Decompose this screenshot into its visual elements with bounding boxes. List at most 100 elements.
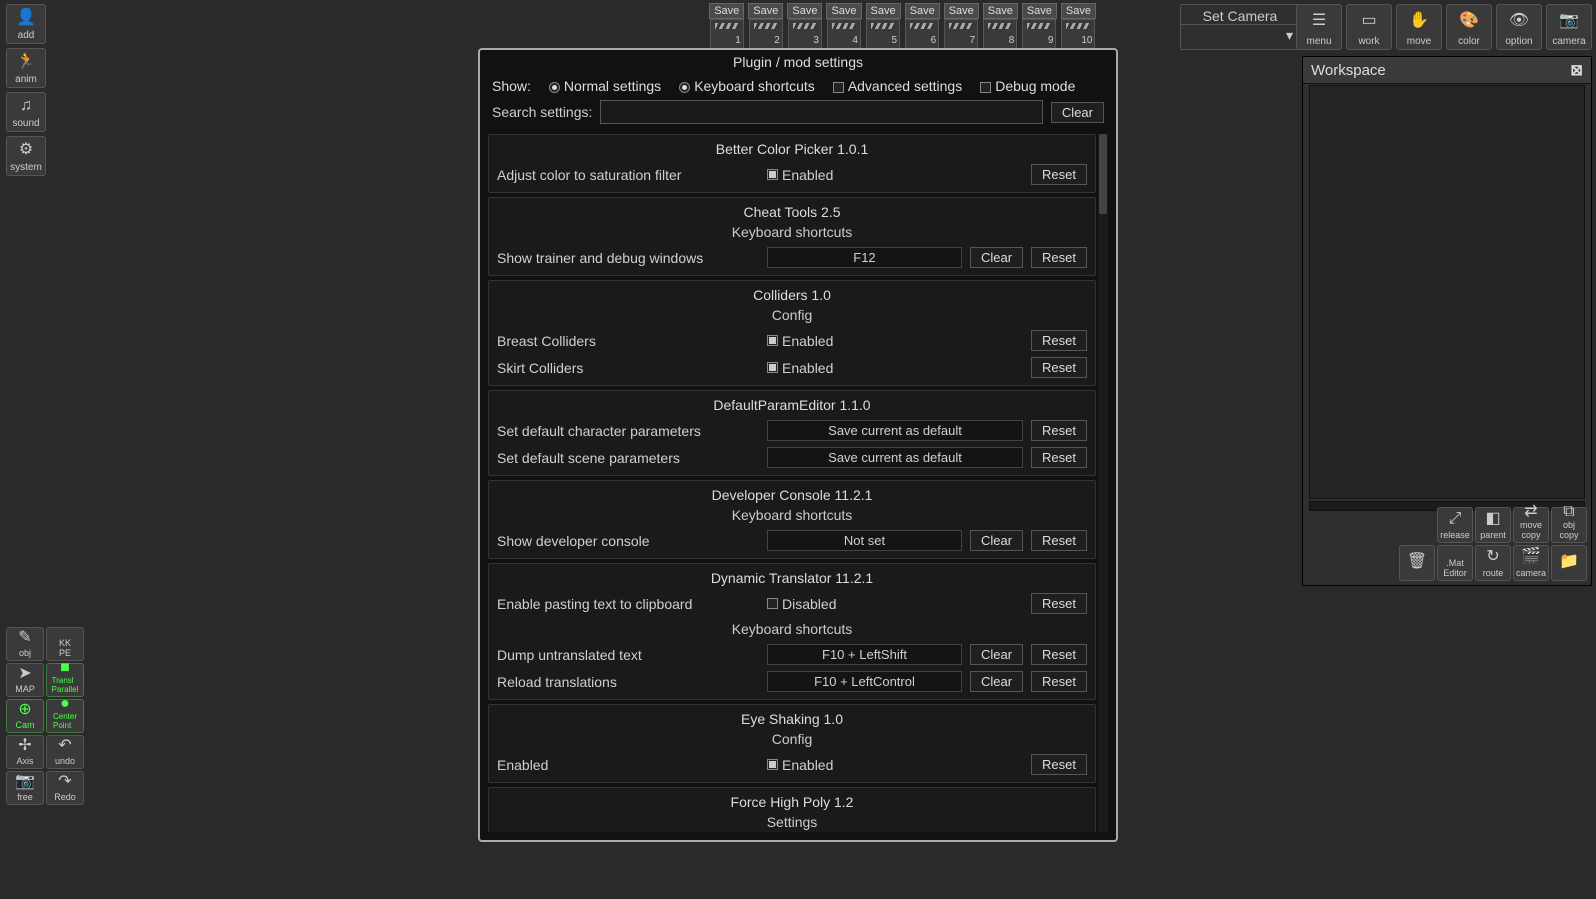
action-button[interactable]: Save current as default — [767, 447, 1023, 468]
workspace-close-icon[interactable]: ⊠ — [1570, 61, 1583, 79]
keybind-field[interactable]: F10 + LeftControl — [767, 671, 962, 692]
save-slot-8-save[interactable]: Save — [983, 3, 1018, 19]
set-camera-dropdown[interactable]: ▾ — [1181, 24, 1299, 46]
ws-movecopy-button[interactable]: ⇄move copy — [1513, 507, 1549, 543]
ws-route-button[interactable]: ↻route — [1475, 545, 1511, 581]
section-subheader: Keyboard shortcuts — [497, 224, 1087, 240]
save-slot-1-save[interactable]: Save — [709, 3, 744, 19]
show-label: Show: — [492, 78, 531, 94]
reset-button[interactable]: Reset — [1031, 754, 1087, 775]
ws-parent-button[interactable]: ◧parent — [1475, 507, 1511, 543]
reset-button[interactable]: Reset — [1031, 357, 1087, 378]
action-button[interactable]: Save current as default — [767, 420, 1023, 441]
camera-button[interactable]: 📷camera — [1546, 4, 1592, 50]
setting-label: Enable pasting text to clipboard — [497, 596, 759, 612]
clear-button[interactable]: Clear — [970, 671, 1023, 692]
save-slot-4-load[interactable]: 4 — [827, 19, 861, 49]
setting-toggle[interactable] — [767, 598, 778, 609]
setting-toggle[interactable] — [767, 362, 778, 373]
ws-objcopy-button[interactable]: ⧉obj copy — [1551, 507, 1587, 543]
save-slot-5-save[interactable]: Save — [866, 3, 901, 19]
reset-button[interactable]: Reset — [1031, 330, 1087, 351]
save-slot-3-save[interactable]: Save — [787, 3, 822, 19]
reset-button[interactable]: Reset — [1031, 530, 1087, 551]
save-slot-6-load[interactable]: 6 — [905, 19, 939, 49]
workspace-tree[interactable] — [1309, 85, 1585, 499]
save-slot-4-save[interactable]: Save — [826, 3, 861, 19]
keybind-field[interactable]: F12 — [767, 247, 962, 268]
clear-button[interactable]: Clear — [970, 247, 1023, 268]
run-icon: 🏃 — [16, 49, 36, 74]
redo-button[interactable]: ↷Redo — [46, 771, 84, 805]
color-button[interactable]: 🎨color — [1446, 4, 1492, 50]
obj-button[interactable]: ✎obj — [6, 627, 44, 661]
reset-button[interactable]: Reset — [1031, 164, 1087, 185]
folder-icon: 📁 — [1559, 546, 1579, 578]
save-slot-1-load[interactable]: 1 — [710, 19, 744, 49]
save-slot-5-load[interactable]: 5 — [866, 19, 900, 49]
save-slot-6-save[interactable]: Save — [905, 3, 940, 19]
setting-toggle[interactable] — [767, 335, 778, 346]
setting-row: Enable pasting text to clipboardDisabled… — [497, 590, 1087, 617]
sound-tool-button[interactable]: ♫ sound — [6, 92, 46, 132]
settings-section: Eye Shaking 1.0ConfigEnabledEnabledReset — [488, 704, 1096, 783]
filter-keyboard[interactable]: Keyboard shortcuts — [679, 78, 815, 94]
filter-normal[interactable]: Normal settings — [549, 78, 661, 94]
ws-folder-button[interactable]: 📁 — [1551, 545, 1587, 581]
move-button[interactable]: ✋move — [1396, 4, 1442, 50]
section-title: Colliders 1.0 — [497, 287, 1087, 303]
menu-icon: ☰ — [1312, 5, 1326, 36]
anim-tool-button[interactable]: 🏃 anim — [6, 48, 46, 88]
reset-button[interactable]: Reset — [1031, 644, 1087, 665]
save-slot-7-load[interactable]: 7 — [944, 19, 978, 49]
transl-parallel-button[interactable]: ■Transl Parallel — [46, 663, 84, 697]
kkpe-button[interactable]: KK PE — [46, 627, 84, 661]
scrollbar-thumb[interactable] — [1099, 134, 1107, 214]
ws-trash-button[interactable]: 🗑 — [1399, 545, 1435, 581]
add-tool-button[interactable]: 👤 add — [6, 4, 46, 44]
save-slot-9-load[interactable]: 9 — [1022, 19, 1056, 49]
keybind-field[interactable]: F10 + LeftShift — [767, 644, 962, 665]
save-slot-9-save[interactable]: Save — [1022, 3, 1057, 19]
filter-row: Show: Normal settings Keyboard shortcuts… — [480, 74, 1116, 100]
save-slot-8-load[interactable]: 8 — [983, 19, 1017, 49]
ws-camera-button[interactable]: 🎬camera — [1513, 545, 1549, 581]
ws-release-button[interactable]: ⤢release — [1437, 507, 1473, 543]
map-button[interactable]: ➤MAP — [6, 663, 44, 697]
ws-mat-button[interactable]: Mat. Editor — [1437, 545, 1473, 581]
system-tool-button[interactable]: ⚙ system — [6, 136, 46, 176]
save-slot-2-load[interactable]: 2 — [749, 19, 783, 49]
undo-button[interactable]: ↶undo — [46, 735, 84, 769]
reset-button[interactable]: Reset — [1031, 671, 1087, 692]
clear-button[interactable]: Clear — [970, 644, 1023, 665]
axis-button[interactable]: ✢Axis — [6, 735, 44, 769]
setting-toggle[interactable] — [767, 169, 778, 180]
save-slot-7-save[interactable]: Save — [944, 3, 979, 19]
clear-button[interactable]: Clear — [970, 530, 1023, 551]
work-button[interactable]: ▭work — [1346, 4, 1392, 50]
clear-search-button[interactable]: Clear — [1051, 102, 1104, 123]
filter-debug[interactable]: Debug mode — [980, 78, 1075, 94]
cam-button[interactable]: ⊕Cam — [6, 699, 44, 733]
square-icon: ■ — [60, 660, 70, 676]
reset-button[interactable]: Reset — [1031, 593, 1087, 614]
route-icon: ↻ — [1486, 546, 1499, 568]
setting-toggle[interactable] — [767, 759, 778, 770]
save-slot-3-load[interactable]: 3 — [788, 19, 822, 49]
reset-button[interactable]: Reset — [1031, 247, 1087, 268]
free-button[interactable]: 📷free — [6, 771, 44, 805]
save-slot-2-save[interactable]: Save — [748, 3, 783, 19]
option-button[interactable]: 👁option — [1496, 4, 1542, 50]
center-point-button[interactable]: ●Center Point — [46, 699, 84, 733]
settings-scrollbar[interactable] — [1098, 134, 1108, 832]
hand-icon: ✋ — [1409, 5, 1429, 36]
save-slot-10-save[interactable]: Save — [1061, 3, 1096, 19]
toggle-state-label: Enabled — [782, 757, 833, 773]
search-input[interactable] — [600, 100, 1043, 124]
reset-button[interactable]: Reset — [1031, 420, 1087, 441]
save-slot-10-load[interactable]: 10 — [1061, 19, 1095, 49]
keybind-field[interactable]: Not set — [767, 530, 962, 551]
reset-button[interactable]: Reset — [1031, 447, 1087, 468]
menu-button[interactable]: ☰menu — [1296, 4, 1342, 50]
filter-advanced[interactable]: Advanced settings — [833, 78, 962, 94]
